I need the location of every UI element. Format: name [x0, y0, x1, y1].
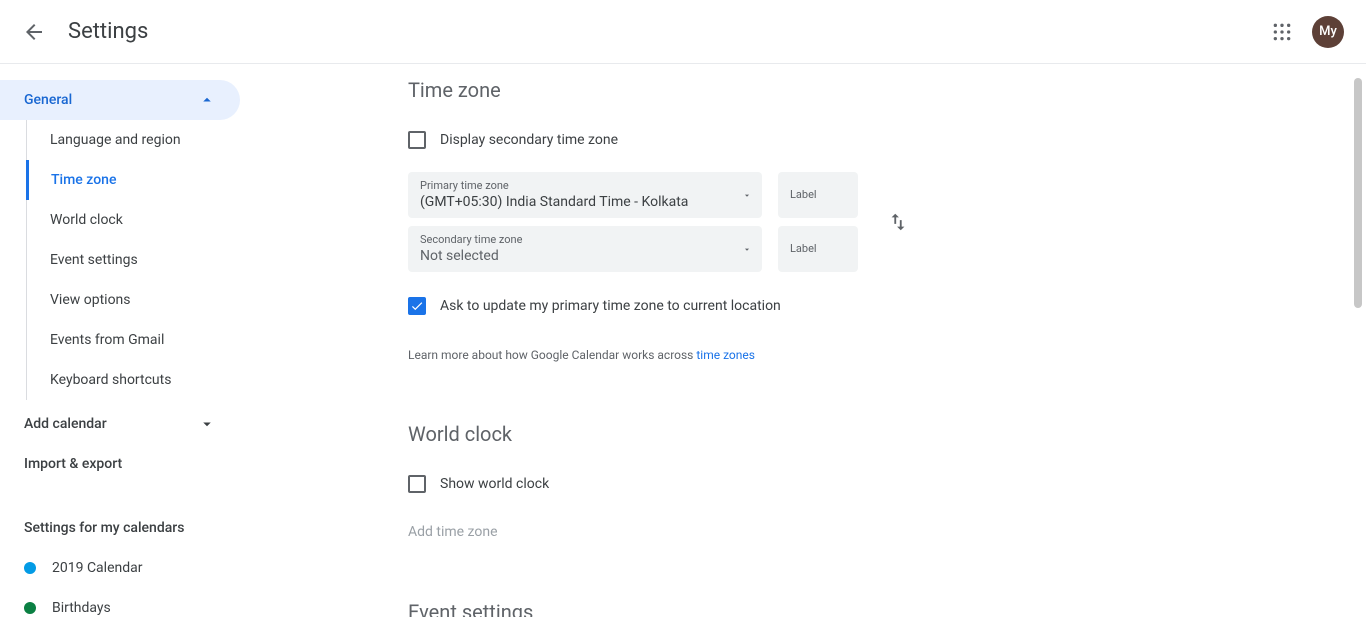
timezone-help-text: Learn more about how Google Calendar wor…	[408, 348, 1028, 362]
sidebar-item-time-zone[interactable]: Time zone	[26, 160, 256, 200]
calendar-color-dot	[24, 562, 36, 574]
scrollbar-thumb[interactable]	[1354, 78, 1362, 308]
field-value: Not selected	[420, 247, 726, 265]
sidebar: General Language and region Time zone Wo…	[0, 64, 256, 617]
chevron-down-icon	[198, 415, 216, 433]
sidebar-section-label: General	[24, 92, 72, 108]
dropdown-caret-icon	[742, 186, 752, 205]
timezone-help-link[interactable]: time zones	[696, 348, 755, 362]
sidebar-general-group: Language and region Time zone World cloc…	[26, 120, 256, 400]
sidebar-section-import-export[interactable]: Import & export	[0, 444, 240, 484]
page-title: Settings	[68, 19, 148, 44]
main-content: Time zone Display secondary time zone Pr…	[256, 64, 1366, 617]
section-title: Event settings	[408, 600, 1028, 617]
dropdown-caret-icon	[742, 240, 752, 259]
primary-timezone-label-input[interactable]: Label	[778, 172, 858, 218]
sidebar-item-world-clock[interactable]: World clock	[26, 200, 256, 240]
body: General Language and region Time zone Wo…	[0, 64, 1366, 617]
google-apps-button[interactable]	[1262, 12, 1302, 52]
sidebar-item-keyboard-shortcuts[interactable]: Keyboard shortcuts	[26, 360, 256, 400]
sidebar-heading-my-calendars: Settings for my calendars	[0, 508, 256, 548]
sidebar-section-general[interactable]: General	[0, 80, 240, 120]
arrow-back-icon	[22, 20, 46, 44]
calendar-name: Birthdays	[52, 600, 111, 616]
section-event-settings: Event settings	[408, 600, 1028, 617]
sidebar-section-label: Add calendar	[24, 416, 107, 432]
calendar-name: 2019 Calendar	[52, 560, 143, 576]
sidebar-section-label: Import & export	[24, 456, 122, 472]
section-world-clock: World clock Show world clock Add time zo…	[408, 422, 1028, 600]
ask-update-tz-checkbox[interactable]	[408, 297, 426, 315]
section-time-zone: Time zone Display secondary time zone Pr…	[408, 64, 1028, 422]
account-avatar[interactable]: My	[1312, 16, 1344, 48]
display-secondary-tz-row: Display secondary time zone	[408, 122, 1028, 158]
chevron-up-icon	[198, 91, 216, 109]
calendar-color-dot	[24, 602, 36, 614]
secondary-timezone-label-input[interactable]: Label	[778, 226, 858, 272]
secondary-timezone-select[interactable]: Secondary time zone Not selected	[408, 226, 762, 272]
field-label: Label	[790, 242, 822, 255]
sidebar-item-events-from-gmail[interactable]: Events from Gmail	[26, 320, 256, 360]
back-button[interactable]	[12, 10, 56, 54]
checkbox-label: Ask to update my primary time zone to cu…	[440, 298, 781, 314]
field-value: (GMT+05:30) India Standard Time - Kolkat…	[420, 193, 726, 211]
header-right: My	[1262, 12, 1354, 52]
primary-timezone-select[interactable]: Primary time zone (GMT+05:30) India Stan…	[408, 172, 762, 218]
timezone-fields-row: Primary time zone (GMT+05:30) India Stan…	[408, 172, 1028, 272]
header: Settings My	[0, 0, 1366, 64]
sidebar-calendar-item[interactable]: 2019 Calendar	[0, 548, 256, 588]
apps-grid-icon	[1272, 22, 1292, 42]
section-title: Time zone	[408, 78, 1028, 102]
field-label: Label	[790, 188, 822, 201]
swap-timezones-button[interactable]	[880, 204, 916, 240]
checkbox-label: Display secondary time zone	[440, 132, 618, 148]
add-time-zone-button: Add time zone	[408, 524, 1028, 540]
sidebar-calendar-item[interactable]: Birthdays	[0, 588, 256, 628]
timezone-pair: Primary time zone (GMT+05:30) India Stan…	[408, 172, 858, 272]
show-world-clock-checkbox[interactable]	[408, 475, 426, 493]
secondary-tz-row: Secondary time zone Not selected Label	[408, 226, 858, 272]
help-prefix: Learn more about how Google Calendar wor…	[408, 348, 696, 362]
primary-tz-row: Primary time zone (GMT+05:30) India Stan…	[408, 172, 858, 218]
checkbox-label: Show world clock	[440, 476, 549, 492]
show-world-clock-row: Show world clock	[408, 466, 1028, 502]
sidebar-item-event-settings[interactable]: Event settings	[26, 240, 256, 280]
sidebar-item-language-region[interactable]: Language and region	[26, 120, 256, 160]
ask-update-tz-row: Ask to update my primary time zone to cu…	[408, 288, 1028, 324]
section-title: World clock	[408, 422, 1028, 446]
field-label: Secondary time zone	[420, 233, 726, 246]
header-left: Settings	[12, 10, 148, 54]
sidebar-section-add-calendar[interactable]: Add calendar	[0, 404, 240, 444]
sidebar-item-view-options[interactable]: View options	[26, 280, 256, 320]
display-secondary-tz-checkbox[interactable]	[408, 131, 426, 149]
field-label: Primary time zone	[420, 179, 726, 192]
swap-vert-icon	[887, 211, 909, 233]
